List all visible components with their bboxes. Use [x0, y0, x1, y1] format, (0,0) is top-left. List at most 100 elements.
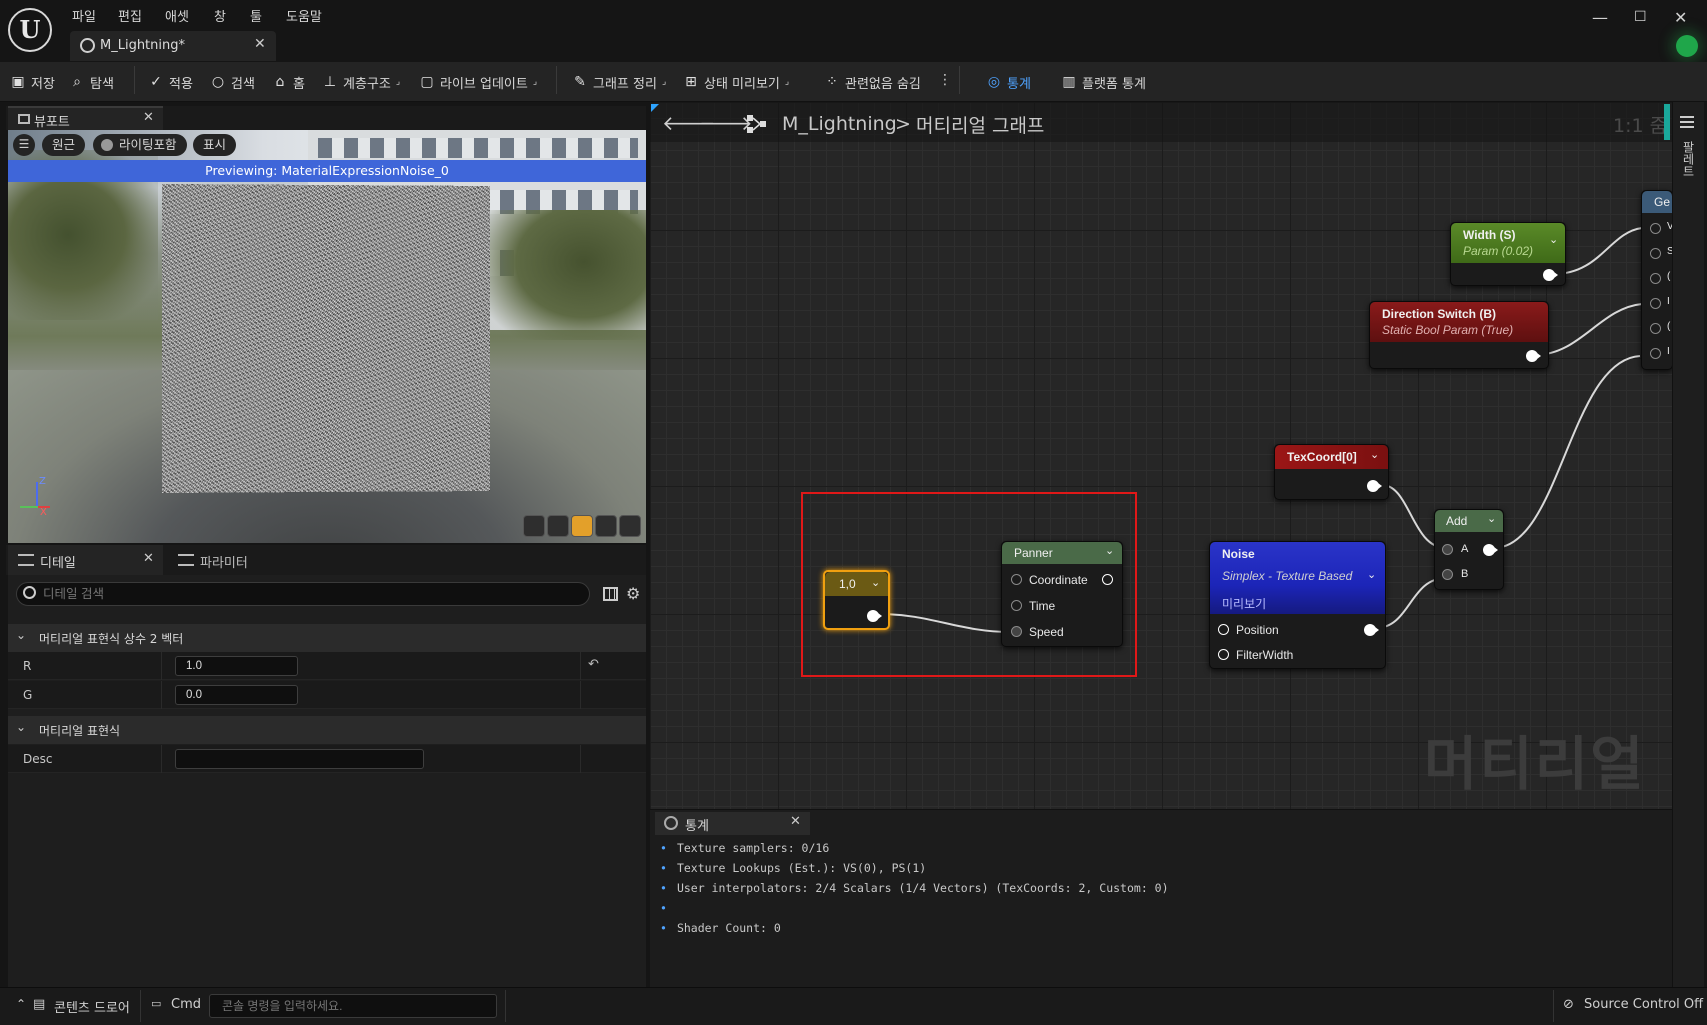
- menu-help[interactable]: 도움말: [286, 6, 322, 25]
- preview-cylinder-button[interactable]: [523, 515, 545, 537]
- close-viewport-icon[interactable]: ✕: [143, 110, 154, 125]
- status-shield-icon[interactable]: [1676, 35, 1698, 57]
- section-material-expression[interactable]: ⌄ 머티리얼 표현식: [8, 716, 646, 744]
- chevron-down-icon[interactable]: ⌄: [1370, 448, 1379, 461]
- reset-to-default-icon[interactable]: ↶: [588, 657, 599, 672]
- more-options-icon[interactable]: ⋮: [938, 72, 952, 88]
- cmd-dropdown[interactable]: Cmd: [171, 997, 201, 1012]
- show-button[interactable]: 표시: [193, 134, 237, 156]
- search-button[interactable]: ○ 검색: [210, 72, 255, 92]
- node-noise[interactable]: Noise Simplex - Texture Based ⌄ 미리보기 Pos…: [1209, 541, 1386, 669]
- tab-viewport[interactable]: 뷰포트 ✕: [8, 106, 163, 130]
- texcoord-output-pin[interactable]: [1367, 480, 1382, 492]
- menu-tools[interactable]: 툴: [250, 6, 262, 25]
- filterwidth-pin[interactable]: [1218, 649, 1229, 660]
- tab-parameters[interactable]: 파라미터: [170, 545, 310, 575]
- chevron-up-icon[interactable]: ⌃: [16, 997, 26, 1011]
- preview-plane-button[interactable]: [571, 515, 593, 537]
- parameters-tab-label: 파라미터: [200, 556, 248, 571]
- node-add[interactable]: Add ⌄ A B: [1434, 509, 1504, 590]
- unreal-logo-icon[interactable]: U: [8, 8, 52, 52]
- statusbar-divider: [140, 990, 141, 1022]
- menu-window[interactable]: 창: [214, 6, 226, 25]
- palette-tab[interactable]: 팔레트: [1677, 141, 1697, 177]
- viewport-menu-button[interactable]: ☰: [13, 134, 35, 156]
- preview-sphere-button[interactable]: [547, 515, 569, 537]
- result-pin[interactable]: [1650, 223, 1661, 234]
- material-graph-canvas[interactable]: [650, 102, 1672, 809]
- content-drawer-icon[interactable]: ▤: [33, 997, 45, 1012]
- breadcrumb-root[interactable]: M_Lightning: [782, 113, 897, 135]
- property-label-g: G: [23, 688, 33, 702]
- stats-button[interactable]: ◎ 통계: [986, 72, 1031, 92]
- details-search-input[interactable]: [43, 585, 583, 603]
- width-output-pin[interactable]: [1543, 269, 1558, 281]
- result-pin[interactable]: [1650, 323, 1661, 334]
- direction-output-pin[interactable]: [1526, 350, 1541, 362]
- building-windows: [318, 138, 638, 158]
- material-preview-viewport[interactable]: Previewing: MaterialExpressionNoise_0 ☰ …: [8, 130, 646, 543]
- hide-unrelated-button[interactable]: ⁘ 관련없음 숨김: [824, 72, 921, 92]
- tab-stats[interactable]: 통계 ✕: [655, 812, 810, 835]
- menu-asset[interactable]: 애셋: [165, 6, 189, 25]
- nodes-icon: ⊞: [685, 74, 697, 90]
- node-texcoord[interactable]: TexCoord[0] ⌄: [1274, 444, 1389, 500]
- perspective-button[interactable]: 원근: [42, 134, 86, 156]
- console-command-input[interactable]: [209, 994, 497, 1018]
- node-title: Add: [1446, 514, 1468, 528]
- state-preview-button[interactable]: ⊞ 상태 미리보기 ⌟: [683, 72, 789, 92]
- document-tab[interactable]: M_Lightning* ✕: [70, 31, 276, 61]
- palette-menu-icon-bar: [1680, 121, 1694, 123]
- node-result-partial[interactable]: Ge V S ( I ( I: [1641, 190, 1674, 370]
- result-pin[interactable]: [1650, 348, 1661, 359]
- gear-icon[interactable]: ⚙: [626, 584, 640, 603]
- table-view-icon[interactable]: [603, 587, 618, 601]
- chevron-down-icon[interactable]: ⌄: [1487, 512, 1496, 525]
- column-divider: [580, 745, 581, 773]
- result-pin[interactable]: [1650, 248, 1661, 259]
- node-title: Width (S): [1463, 228, 1516, 242]
- browse-button[interactable]: ⌕ 탐색: [69, 72, 114, 92]
- platform-stats-button[interactable]: ▥ 플랫폼 통계: [1061, 72, 1146, 92]
- close-stats-icon[interactable]: ✕: [790, 814, 801, 829]
- node-direction-switch[interactable]: Direction Switch (B) Static Bool Param (…: [1369, 301, 1549, 369]
- menu-file[interactable]: 파일: [72, 6, 96, 25]
- node-title: Ge: [1654, 195, 1671, 209]
- node-width-param[interactable]: Width (S) Param (0.02) ⌄: [1450, 222, 1566, 286]
- axis-x-label: X: [40, 507, 47, 518]
- section-constant2vector[interactable]: ⌄ 머티리얼 표현식 상수 2 벡터: [8, 624, 646, 652]
- home-button[interactable]: ⌂ 홈: [272, 72, 305, 92]
- lit-mode-button[interactable]: 라이팅포함: [93, 134, 187, 156]
- result-pin[interactable]: [1650, 298, 1661, 309]
- stat-line: • Shader Count: 0: [660, 921, 781, 935]
- details-search[interactable]: [16, 582, 590, 606]
- a-pin[interactable]: [1442, 544, 1453, 555]
- chevron-down-icon[interactable]: ⌄: [1367, 568, 1376, 581]
- clean-graph-button[interactable]: ✎ 그래프 정리 ⌟: [572, 72, 666, 92]
- b-pin[interactable]: [1442, 569, 1453, 580]
- g-value-field[interactable]: [175, 685, 298, 705]
- hierarchy-button[interactable]: ⊥ 계층구조 ⌟: [322, 72, 400, 92]
- noise-output-pin[interactable]: [1364, 624, 1379, 636]
- desc-field[interactable]: [175, 749, 424, 769]
- close-details-icon[interactable]: ✕: [143, 551, 154, 566]
- preview-mesh-button[interactable]: [619, 515, 641, 537]
- forward-arrow-icon[interactable]: 🡒: [699, 111, 753, 135]
- apply-button[interactable]: ✓ 적용: [148, 72, 193, 92]
- add-output-pin[interactable]: [1483, 544, 1498, 556]
- source-control-status[interactable]: Source Control Off: [1584, 997, 1703, 1012]
- close-tab-icon[interactable]: ✕: [254, 36, 266, 52]
- save-button[interactable]: ▣ 저장: [10, 72, 55, 92]
- menu-edit[interactable]: 편집: [118, 6, 142, 25]
- result-pin[interactable]: [1650, 273, 1661, 284]
- content-drawer-button[interactable]: 콘텐츠 드로어: [54, 997, 130, 1016]
- maximize-button[interactable]: ☐: [1634, 9, 1647, 25]
- live-update-button[interactable]: ▢ 라이브 업데이트 ⌟: [419, 72, 537, 92]
- position-pin[interactable]: [1218, 624, 1229, 635]
- preview-cube-button[interactable]: [595, 515, 617, 537]
- minimize-button[interactable]: —: [1592, 8, 1608, 27]
- r-value-field[interactable]: [175, 656, 298, 676]
- tab-details[interactable]: 디테일 ✕: [8, 545, 163, 575]
- close-window-button[interactable]: ✕: [1674, 8, 1687, 27]
- chevron-down-icon[interactable]: ⌄: [1549, 233, 1558, 246]
